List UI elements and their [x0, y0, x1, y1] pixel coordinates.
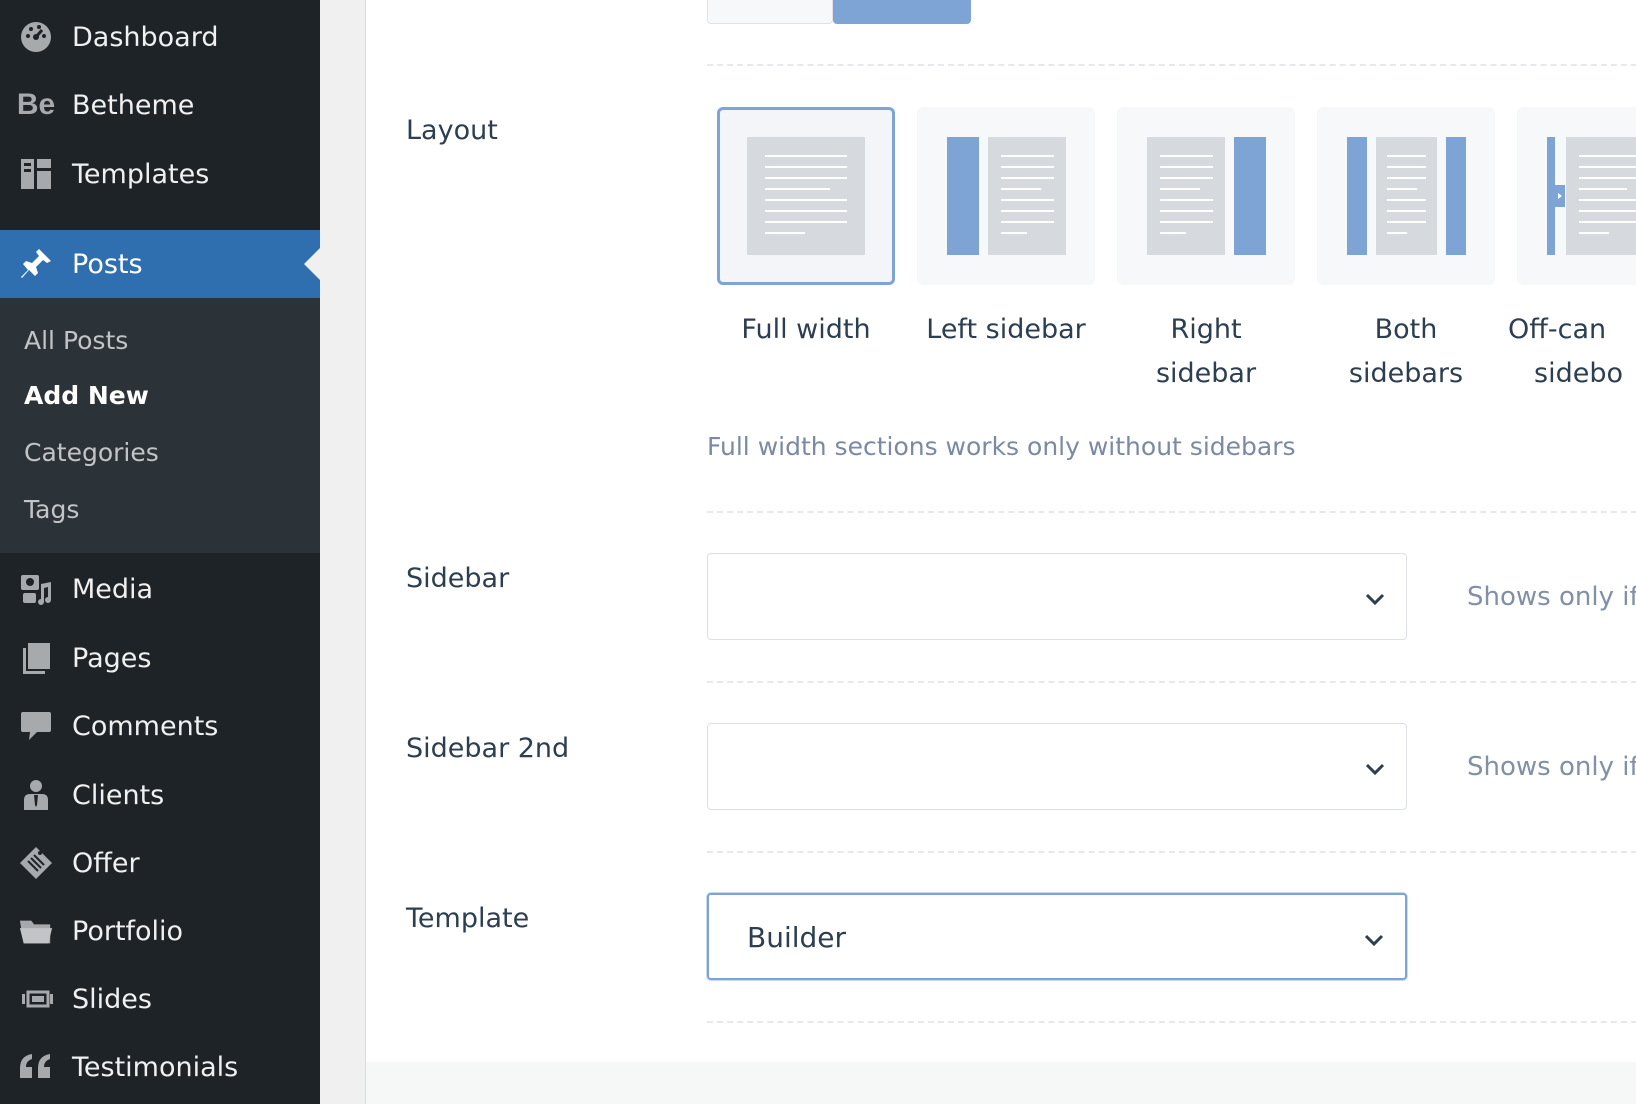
- templates-icon: [18, 156, 54, 192]
- pin-icon: [18, 246, 54, 282]
- chevron-down-icon: [1364, 934, 1384, 947]
- template-select-value: Builder: [747, 921, 847, 954]
- admin-sidebar: Dashboard Be Betheme Templates Posts All…: [0, 0, 320, 1104]
- betheme-icon: Be: [16, 88, 56, 121]
- quote-icon: [18, 1049, 54, 1085]
- divider: [707, 511, 1636, 513]
- slides-icon: [18, 981, 54, 1017]
- divider: [707, 681, 1636, 683]
- sidebar-item-portfolio[interactable]: Portfolio: [0, 897, 320, 965]
- sidebar-item-betheme[interactable]: Be Betheme: [0, 71, 320, 139]
- layout-option-label: Both sidebars: [1306, 308, 1506, 396]
- layout-option-both-sidebars[interactable]: [1317, 107, 1495, 285]
- template-label: Template: [406, 903, 530, 934]
- sidebar-item-label: Offer: [72, 847, 140, 879]
- sidebar-item-label: Dashboard: [72, 21, 219, 53]
- clients-icon: [18, 777, 54, 813]
- layout-option-label-line2: sidebar: [1155, 358, 1257, 389]
- left-sidebar-layout-icon: [947, 137, 1066, 255]
- layout-option-label-line1: Off-can: [1508, 314, 1607, 345]
- sidebar-item-label: Media: [72, 573, 154, 605]
- sidebar-item-label: Portfolio: [72, 915, 184, 947]
- sidebar-item-dashboard[interactable]: Dashboard: [0, 3, 320, 71]
- sidebar-item-media[interactable]: Media: [0, 555, 320, 623]
- sidebar-select[interactable]: [707, 553, 1407, 640]
- layout-option-label-line1: Right: [1170, 314, 1242, 345]
- chevron-down-icon: [1365, 763, 1385, 776]
- comment-icon: [18, 708, 54, 744]
- sidebar-label: Sidebar: [406, 563, 510, 594]
- submenu-add-new[interactable]: Add New: [24, 381, 149, 410]
- layout-option-label: Full width: [706, 308, 906, 352]
- submenu-all-posts[interactable]: All Posts: [24, 326, 128, 355]
- layout-option-label-line2: sidebo: [1534, 358, 1623, 389]
- template-select[interactable]: Builder: [707, 893, 1407, 980]
- layout-option-label-line2: sidebars: [1348, 358, 1464, 389]
- sidebar-item-label: Slides: [72, 983, 152, 1015]
- layout-option-label-line1: Both: [1374, 314, 1438, 345]
- layout-option-left-sidebar[interactable]: [917, 107, 1095, 285]
- chevron-down-icon: [1365, 593, 1385, 606]
- sidebar2-select[interactable]: [707, 723, 1407, 810]
- sidebar-item-label: Posts: [72, 248, 143, 280]
- dashboard-icon: [18, 19, 54, 55]
- off-canvas-sidebar-layout-icon: [1547, 137, 1636, 255]
- layout-option-right-sidebar[interactable]: [1117, 107, 1295, 285]
- layout-option-label-line1: Full width: [741, 314, 871, 345]
- divider: [707, 64, 1636, 66]
- sidebar-item-pages[interactable]: Pages: [0, 624, 320, 692]
- right-sidebar-layout-icon: [1147, 137, 1266, 255]
- layout-label: Layout: [406, 115, 498, 146]
- layout-option-full-width[interactable]: [717, 107, 895, 285]
- media-icon: [18, 571, 54, 607]
- sidebar-item-clients[interactable]: Clients: [0, 761, 320, 829]
- panel-footer: [366, 1062, 1636, 1104]
- full-width-layout-icon: [747, 137, 865, 255]
- sidebar-item-slides[interactable]: Slides: [0, 965, 320, 1033]
- both-sidebars-layout-icon: [1347, 137, 1466, 255]
- sidebar-item-templates[interactable]: Templates: [0, 140, 320, 208]
- sidebar-item-label: Comments: [72, 710, 219, 742]
- sidebar-item-label: Betheme: [72, 89, 195, 121]
- layout-option-off-canvas-sidebar[interactable]: [1517, 107, 1636, 285]
- layout-option-label: Left sidebar: [906, 308, 1106, 352]
- sidebar-item-label: Testimonials: [72, 1051, 239, 1083]
- post-options-panel: Layout Full width Left sidebar Right sid…: [365, 0, 1636, 1104]
- posts-submenu: All Posts Add New Categories Tags: [0, 298, 320, 553]
- layout-option-label: Off-can sidebo: [1504, 308, 1636, 396]
- sidebar-item-label: Templates: [72, 158, 210, 190]
- sidebar2-note: Shows only if: [1467, 752, 1636, 782]
- submenu-categories[interactable]: Categories: [24, 438, 159, 467]
- sidebar-item-comments[interactable]: Comments: [0, 692, 320, 760]
- pages-icon: [18, 640, 54, 676]
- sidebar-item-testimonials[interactable]: Testimonials: [0, 1033, 320, 1101]
- toggle-option-off[interactable]: [707, 0, 833, 24]
- sidebar-item-label: Pages: [72, 642, 152, 674]
- layout-option-label: Right sidebar: [1106, 308, 1306, 396]
- submenu-tags[interactable]: Tags: [24, 495, 79, 524]
- layout-hint: Full width sections works only without s…: [707, 432, 1296, 461]
- sidebar-item-posts[interactable]: Posts: [0, 230, 320, 298]
- sidebar-note: Shows only if: [1467, 582, 1636, 612]
- sidebar-item-offer[interactable]: Offer: [0, 829, 320, 897]
- offer-icon: [18, 845, 54, 881]
- sidebar-item-label: Clients: [72, 779, 165, 811]
- divider: [707, 1021, 1636, 1023]
- divider: [707, 851, 1636, 853]
- toggle-option-on[interactable]: [833, 0, 971, 24]
- folder-icon: [18, 913, 54, 949]
- sidebar2-label: Sidebar 2nd: [406, 733, 570, 764]
- layout-option-label-line1: Left sidebar: [926, 314, 1086, 345]
